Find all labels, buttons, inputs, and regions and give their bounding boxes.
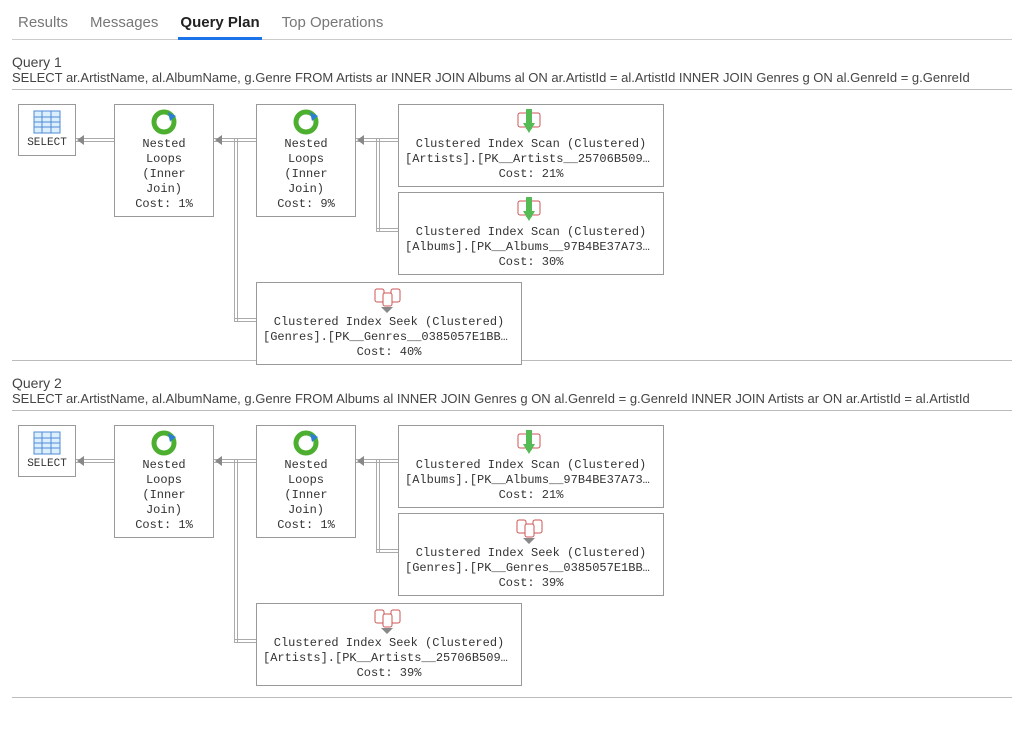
scan-icon	[405, 197, 657, 223]
tab-messages[interactable]: Messages	[88, 8, 160, 39]
line1: Nested Loops	[263, 458, 349, 488]
index-scan-artists[interactable]: Clustered Index Scan (Clustered) [Artist…	[398, 104, 664, 187]
cost: Cost: 9%	[263, 197, 349, 212]
nested-loops-1[interactable]: Nested Loops (Inner Join) Cost: 1%	[114, 104, 214, 217]
line2: (Inner Join)	[263, 167, 349, 197]
nested-loops-2[interactable]: Nested Loops (Inner Join) Cost: 1%	[256, 425, 356, 538]
index-scan-albums[interactable]: Clustered Index Scan (Clustered) [Albums…	[398, 425, 664, 508]
query-1-plan[interactable]: SELECT Nested Loops (Inner Join) Cost: 1…	[12, 90, 1012, 360]
line2: [Genres].[PK__Genres__0385057E1BB6E…	[263, 330, 515, 345]
line2: (Inner Join)	[263, 488, 349, 518]
nested-loops-1[interactable]: Nested Loops (Inner Join) Cost: 1%	[114, 425, 214, 538]
select-label: SELECT	[25, 137, 69, 151]
line2: [Albums].[PK__Albums__97B4BE37A7325…	[405, 240, 657, 255]
line1: Nested Loops	[121, 137, 207, 167]
cost: Cost: 1%	[263, 518, 349, 533]
line1: Clustered Index Seek (Clustered)	[405, 546, 657, 561]
select-node[interactable]: SELECT	[18, 104, 76, 156]
line2: [Genres].[PK__Genres__0385057E1BB6E…	[405, 561, 657, 576]
query-1-title: Query 1	[12, 48, 1012, 70]
cost: Cost: 1%	[121, 518, 207, 533]
index-seek-genres[interactable]: Clustered Index Seek (Clustered) [Genres…	[256, 282, 522, 365]
query-2-plan[interactable]: SELECT Nested Loops (Inner Join) Cost: 1…	[12, 411, 1012, 697]
line1: Clustered Index Scan (Clustered)	[405, 137, 657, 152]
index-seek-genres[interactable]: Clustered Index Seek (Clustered) [Genres…	[398, 513, 664, 596]
cost: Cost: 1%	[121, 197, 207, 212]
seek-icon	[263, 608, 515, 634]
line1: Clustered Index Seek (Clustered)	[263, 315, 515, 330]
nested-loops-2[interactable]: Nested Loops (Inner Join) Cost: 9%	[256, 104, 356, 217]
query-2-title: Query 2	[12, 369, 1012, 391]
query-1-sql: SELECT ar.ArtistName, al.AlbumName, g.Ge…	[12, 70, 1012, 90]
tabs-bar: Results Messages Query Plan Top Operatio…	[12, 8, 1012, 40]
query-2-section: Query 2 SELECT ar.ArtistName, al.AlbumNa…	[12, 369, 1012, 697]
cost: Cost: 30%	[405, 255, 657, 270]
loop-icon	[263, 109, 349, 135]
cost: Cost: 39%	[263, 666, 515, 681]
line2: (Inner Join)	[121, 167, 207, 197]
table-icon	[25, 109, 69, 135]
line1: Clustered Index Scan (Clustered)	[405, 225, 657, 240]
select-node[interactable]: SELECT	[18, 425, 76, 477]
loop-icon	[121, 109, 207, 135]
loop-icon	[121, 430, 207, 456]
table-icon	[25, 430, 69, 456]
line2: [Artists].[PK__Artists__25706B5098E…	[405, 152, 657, 167]
line1: Nested Loops	[263, 137, 349, 167]
loop-icon	[263, 430, 349, 456]
tab-top-operations[interactable]: Top Operations	[280, 8, 386, 39]
line2: [Albums].[PK__Albums__97B4BE37A7325…	[405, 473, 657, 488]
divider	[12, 697, 1012, 698]
line2: (Inner Join)	[121, 488, 207, 518]
query-1-section: Query 1 SELECT ar.ArtistName, al.AlbumNa…	[12, 48, 1012, 360]
index-seek-artists[interactable]: Clustered Index Seek (Clustered) [Artist…	[256, 603, 522, 686]
scan-icon	[405, 430, 657, 456]
tab-query-plan[interactable]: Query Plan	[178, 8, 261, 39]
seek-icon	[405, 518, 657, 544]
select-label: SELECT	[25, 458, 69, 472]
index-scan-albums[interactable]: Clustered Index Scan (Clustered) [Albums…	[398, 192, 664, 275]
line1: Nested Loops	[121, 458, 207, 488]
seek-icon	[263, 287, 515, 313]
line1: Clustered Index Scan (Clustered)	[405, 458, 657, 473]
line1: Clustered Index Seek (Clustered)	[263, 636, 515, 651]
query-2-sql: SELECT ar.ArtistName, al.AlbumName, g.Ge…	[12, 391, 1012, 411]
cost: Cost: 39%	[405, 576, 657, 591]
scan-icon	[405, 109, 657, 135]
cost: Cost: 21%	[405, 167, 657, 182]
cost: Cost: 21%	[405, 488, 657, 503]
tab-results[interactable]: Results	[16, 8, 70, 39]
line2: [Artists].[PK__Artists__25706B5098E…	[263, 651, 515, 666]
cost: Cost: 40%	[263, 345, 515, 360]
